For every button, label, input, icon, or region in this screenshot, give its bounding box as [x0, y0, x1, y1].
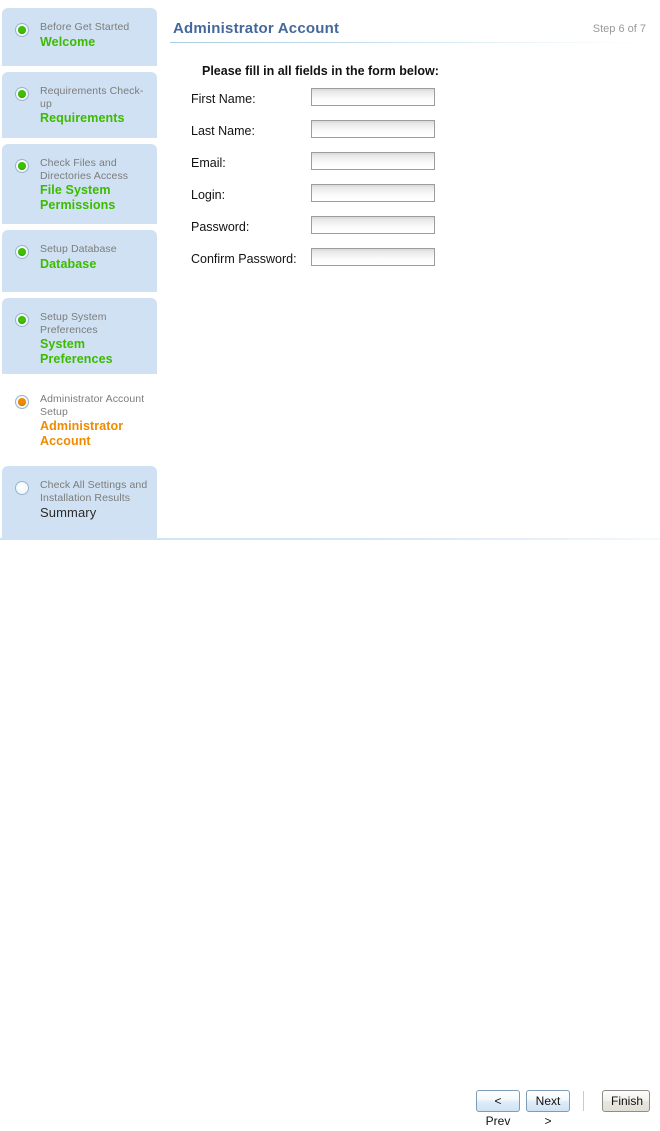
sidebar-step-6[interactable]: Administrator Account Setup Administrator…	[2, 380, 157, 460]
green-radio-filled-icon	[15, 313, 29, 327]
sidebar-step-subtitle: Check All Settings and Installation Resu…	[40, 479, 148, 504]
sidebar-step-content: Check All Settings and Installation Resu…	[2, 466, 157, 532]
sidebar-step-content: Setup Database Database	[2, 230, 157, 284]
sidebar-step-5[interactable]: Setup System Preferences System Preferenc…	[2, 298, 157, 374]
input-last-name[interactable]	[311, 120, 435, 138]
sidebar-step-1[interactable]: Before Get Started Welcome	[2, 8, 157, 66]
sidebar-step-title: System Preferences	[40, 337, 113, 366]
sidebar-step-3[interactable]: Check Files and Directories Access File S…	[2, 144, 157, 224]
form-row: Last Name:	[158, 120, 660, 152]
wizard-content-pane: Administrator Account Step 6 of 7 Please…	[158, 0, 660, 538]
sidebar-step-title: Database	[40, 256, 97, 271]
sidebar-step-title: File System Permissions	[40, 183, 116, 212]
sidebar-step-title: Summary	[40, 505, 97, 520]
form-label: Login:	[191, 188, 226, 202]
empty-radio-icon	[15, 481, 29, 495]
sidebar-step-title: Requirements	[40, 111, 125, 125]
form-label: First Name:	[191, 92, 256, 106]
sidebar-step-4[interactable]: Setup Database Database	[2, 230, 157, 292]
admin-account-form: First Name: Last Name: Email: Login: Passwor…	[158, 88, 660, 280]
installer-wizard: Before Get Started Welcome Requirements Ch…	[0, 0, 660, 1128]
form-row: First Name:	[158, 88, 660, 120]
sidebar-step-7[interactable]: Check All Settings and Installation Resu…	[2, 466, 157, 540]
form-row: Password:	[158, 216, 660, 248]
sidebar-step-subtitle: Check Files and Directories Access	[40, 157, 129, 182]
form-label: Password:	[191, 220, 250, 234]
input-email[interactable]	[311, 152, 435, 170]
form-label: Email:	[191, 156, 226, 170]
sidebar-step-title: Administrator Account	[40, 419, 124, 448]
sidebar-step-subtitle: Setup System Preferences	[40, 311, 107, 336]
input-first-name[interactable]	[311, 88, 435, 106]
sidebar-step-content: Before Get Started Welcome	[2, 8, 157, 62]
radio-dot	[18, 26, 26, 34]
radio-dot	[18, 316, 26, 324]
form-row: Confirm Password:	[158, 248, 660, 280]
wizard-step-sidebar: Before Get Started Welcome Requirements Ch…	[0, 4, 158, 540]
input-password[interactable]	[311, 216, 435, 234]
sidebar-step-subtitle: Requirements Check-up	[40, 85, 144, 110]
sidebar-step-2[interactable]: Requirements Check-up Requirements	[2, 72, 157, 138]
green-radio-filled-icon	[15, 159, 29, 173]
sidebar-step-content: Administrator Account Setup Administrator…	[2, 380, 157, 461]
finish-button[interactable]: Finish	[602, 1090, 650, 1112]
radio-dot	[18, 248, 26, 256]
prev-button[interactable]: < Prev	[476, 1090, 520, 1128]
input-login[interactable]	[311, 184, 435, 202]
button-separator	[583, 1091, 584, 1111]
radio-dot	[18, 90, 26, 98]
sidebar-step-content: Requirements Check-up Requirements	[2, 72, 157, 138]
sidebar-step-content: Setup System Preferences System Preferenc…	[2, 298, 157, 379]
sidebar-step-subtitle: Before Get Started	[40, 21, 130, 33]
input-confirm-password[interactable]	[311, 248, 435, 266]
green-radio-filled-icon	[15, 245, 29, 259]
page-title: Administrator Account	[173, 20, 340, 37]
wizard-footer: < Prev Next > Finish	[0, 540, 660, 1128]
title-divider	[170, 42, 645, 43]
step-counter: Step 6 of 7	[592, 23, 646, 35]
sidebar-step-content: Check Files and Directories Access File S…	[2, 144, 157, 225]
form-label: Last Name:	[191, 124, 255, 138]
green-radio-filled-icon	[15, 23, 29, 37]
sidebar-step-subtitle: Setup Database	[40, 243, 117, 255]
sidebar-step-subtitle: Administrator Account Setup	[40, 393, 145, 418]
form-label: Confirm Password:	[191, 252, 297, 266]
green-radio-filled-icon	[15, 87, 29, 101]
radio-dot	[18, 398, 26, 406]
radio-dot	[18, 162, 26, 170]
next-button[interactable]: Next >	[526, 1090, 570, 1128]
orange-radio-filled-icon	[15, 395, 29, 409]
form-heading: Please fill in all fields in the form be…	[202, 64, 439, 78]
sidebar-step-title: Welcome	[40, 34, 96, 49]
form-row: Login:	[158, 184, 660, 216]
form-row: Email:	[158, 152, 660, 184]
